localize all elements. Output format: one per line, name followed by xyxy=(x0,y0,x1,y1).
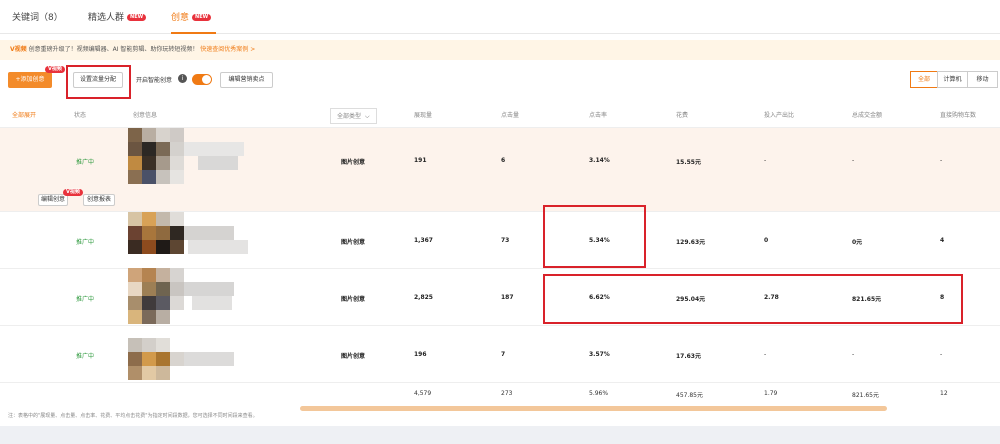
content-card: 关键词（8） 精选人群 NEW 创意 NEW V视频 创意重磅升级了！视频编辑器、A… xyxy=(0,0,1000,426)
edit-creative-button[interactable]: 编辑创意 xyxy=(38,194,68,206)
roi-cell: - xyxy=(764,351,767,358)
gmv-cell: 0元 xyxy=(852,239,863,246)
video-tag: V视频 xyxy=(10,46,27,53)
clicks-cell: 73 xyxy=(501,237,510,244)
vip-badge: V视频 xyxy=(63,189,83,196)
tab-creative-label: 创意 xyxy=(171,13,190,23)
type-cell: 图片创意 xyxy=(341,353,366,360)
roi-cell: - xyxy=(764,157,767,164)
notice-text: 创意重磅升级了！视频编辑器、AI 智能剪辑、助你玩转短视频！ xyxy=(28,46,199,53)
total-roi: 1.79 xyxy=(764,390,778,397)
table-header: 全部展开 状态 创意信息 全部类型 ⌵ 展现量 点击量 点击率 花费 投入产出比 … xyxy=(0,104,1000,128)
type-cell: 图片创意 xyxy=(341,296,366,303)
total-clicks: 273 xyxy=(501,390,513,397)
tab-audience-label: 精选人群 xyxy=(88,13,125,23)
total-cost: 457.85元 xyxy=(676,392,703,399)
clicks-cell: 7 xyxy=(501,351,506,358)
vip-badge: V视频 xyxy=(45,66,65,73)
segment-all-label: 全部 xyxy=(917,76,930,83)
col-cost: 花费 xyxy=(676,112,689,119)
gmv-cell: - xyxy=(852,157,855,164)
impressions-cell: 1,367 xyxy=(414,237,433,244)
info-icon[interactable]: i xyxy=(178,74,187,83)
cart-cell: - xyxy=(940,351,943,358)
col-ctr: 点击率 xyxy=(589,112,608,119)
marketing-points-label: 编辑营销卖点 xyxy=(228,76,265,83)
expand-all-toggle[interactable]: 全部展开 xyxy=(12,104,36,128)
type-filter-label: 全部类型 xyxy=(337,113,362,120)
col-impressions: 展现量 xyxy=(414,112,433,119)
col-gmv: 总成交金额 xyxy=(852,112,883,119)
cart-cell: 4 xyxy=(940,237,945,244)
col-clicks: 点击量 xyxy=(501,112,520,119)
status-label: 推广中 xyxy=(76,296,95,303)
new-badge: NEW xyxy=(127,14,147,21)
col-creative-info: 创意信息 xyxy=(133,112,158,119)
segment-computer[interactable]: 计算机 xyxy=(937,71,968,88)
cost-cell: 129.63元 xyxy=(676,239,706,246)
new-badge: NEW xyxy=(192,14,212,21)
highlight-box-row xyxy=(543,274,963,324)
segment-mobile[interactable]: 移动 xyxy=(967,71,998,88)
col-status: 状态 xyxy=(74,112,87,119)
type-cell: 图片创意 xyxy=(341,239,366,246)
status-label: 推广中 xyxy=(76,159,95,166)
segment-all[interactable]: 全部 xyxy=(910,71,938,88)
highlight-box-traffic xyxy=(66,65,131,99)
smart-creative-label: 开启智能创意 xyxy=(136,77,173,84)
add-creative-button[interactable]: +添加创意 xyxy=(8,72,52,88)
total-gmv: 821.65元 xyxy=(852,392,879,399)
notice-banner: V视频 创意重磅升级了！视频编辑器、AI 智能剪辑、助你玩转短视频！ 快速查阅优… xyxy=(0,40,1000,60)
tab-audience[interactable]: 精选人群 NEW xyxy=(88,8,147,34)
tab-creative[interactable]: 创意 NEW xyxy=(171,8,216,34)
tab-keywords-label: 关键词（8） xyxy=(12,13,63,23)
creative-report-label: 创意报表 xyxy=(86,196,111,203)
total-cart: 12 xyxy=(940,390,948,397)
ctr-cell: 3.57% xyxy=(589,351,610,358)
horizontal-scrollbar[interactable] xyxy=(300,406,887,411)
cost-cell: 17.63元 xyxy=(676,353,701,360)
impressions-cell: 196 xyxy=(414,351,427,358)
highlight-box-ctr xyxy=(543,205,646,268)
status-label: 推广中 xyxy=(76,353,95,360)
col-cart: 直接购物车数 xyxy=(940,112,977,119)
type-filter-dropdown[interactable]: 全部类型 ⌵ xyxy=(330,108,377,124)
smart-creative-toggle[interactable] xyxy=(192,74,212,85)
chevron-down-icon: ⌵ xyxy=(365,113,370,120)
page: 关键词（8） 精选人群 NEW 创意 NEW V视频 创意重磅升级了！视频编辑器、A… xyxy=(0,0,1000,444)
status-label: 推广中 xyxy=(76,239,95,246)
total-impressions: 4,579 xyxy=(414,390,432,397)
type-cell: 图片创意 xyxy=(341,159,366,166)
tab-keywords[interactable]: 关键词（8） xyxy=(12,8,63,34)
creative-report-button[interactable]: 创意报表 xyxy=(83,194,115,206)
add-creative-label: +添加创意 xyxy=(15,76,45,83)
col-roi: 投入产出比 xyxy=(764,112,795,119)
cart-cell: - xyxy=(940,157,943,164)
roi-cell: 0 xyxy=(764,237,769,244)
clicks-cell: 6 xyxy=(501,157,506,164)
ctr-cell: 3.14% xyxy=(589,157,610,164)
notice-link[interactable]: 快速查阅优秀案例 > xyxy=(200,46,255,53)
tab-bar: 关键词（8） 精选人群 NEW 创意 NEW xyxy=(0,8,1000,34)
segment-computer-label: 计算机 xyxy=(943,76,962,83)
marketing-points-button[interactable]: 编辑营销卖点 xyxy=(220,72,273,88)
creative-thumbnails-blurred xyxy=(128,128,300,380)
impressions-cell: 191 xyxy=(414,157,427,164)
total-ctr: 5.96% xyxy=(589,390,609,397)
cost-cell: 15.55元 xyxy=(676,159,701,166)
clicks-cell: 187 xyxy=(501,294,514,301)
impressions-cell: 2,825 xyxy=(414,294,433,301)
edit-creative-label: 编辑创意 xyxy=(40,196,65,203)
gmv-cell: - xyxy=(852,351,855,358)
segment-mobile-label: 移动 xyxy=(976,76,989,83)
footnote-text: 注：表格中的"展现量、点击量、点击率、花费、平均点击花费"为指定时间段数据，您可… xyxy=(8,413,258,419)
